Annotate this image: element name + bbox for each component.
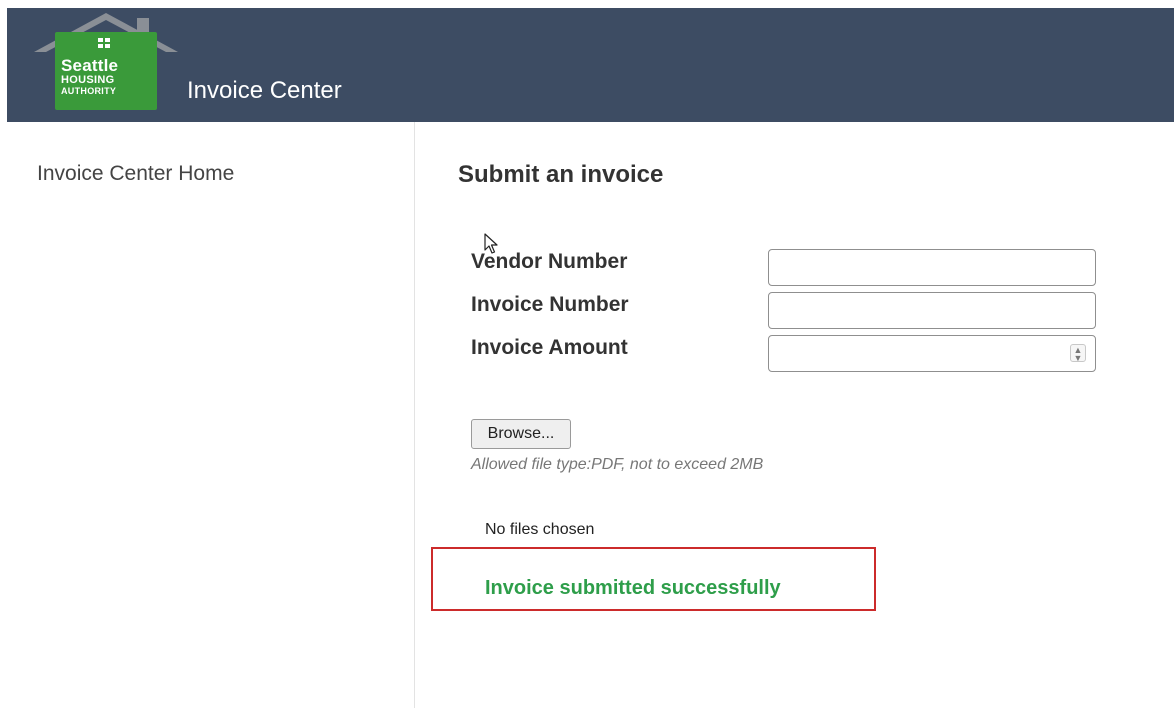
app-title: Invoice Center xyxy=(187,77,342,104)
invoice-amount-label: Invoice Amount xyxy=(471,336,628,359)
logo-line-seattle: Seattle xyxy=(61,56,119,75)
logo-badge: Seattle HOUSING AUTHORITY xyxy=(55,32,157,110)
invoice-number-input[interactable] xyxy=(768,292,1096,329)
window-icon xyxy=(98,38,111,49)
browse-button[interactable]: Browse... xyxy=(471,419,571,449)
logo-text: Seattle HOUSING AUTHORITY xyxy=(61,57,118,96)
logo-line-authority: AUTHORITY xyxy=(61,86,117,96)
file-status: No files chosen xyxy=(485,521,595,538)
logo-line-housing: HOUSING xyxy=(61,74,115,86)
page-title: Submit an invoice xyxy=(458,161,664,188)
file-type-hint: Allowed file type:PDF, not to exceed 2MB xyxy=(471,456,764,473)
success-message: Invoice submitted successfully xyxy=(485,577,781,599)
sidebar-item-invoice-center-home[interactable]: Invoice Center Home xyxy=(37,162,234,186)
invoice-number-label: Invoice Number xyxy=(471,293,629,316)
app-header: Seattle HOUSING AUTHORITY Invoice Center xyxy=(7,8,1174,122)
invoice-amount-input[interactable] xyxy=(768,335,1096,372)
vendor-number-input[interactable] xyxy=(768,249,1096,286)
seattle-housing-authority-logo: Seattle HOUSING AUTHORITY xyxy=(34,10,178,116)
mouse-pointer-icon xyxy=(484,233,498,254)
sidebar-divider xyxy=(414,122,415,708)
number-spinner-icon[interactable]: ▲ ▼ xyxy=(1070,344,1086,363)
